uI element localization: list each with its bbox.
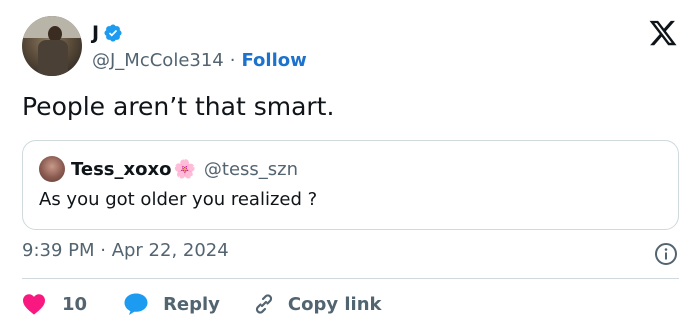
copy-link-label: Copy link xyxy=(287,293,382,315)
like-count: 10 xyxy=(62,293,88,315)
quoted-author-row: Tess_xoxo 🌸 @tess_szn xyxy=(71,156,298,182)
info-icon[interactable] xyxy=(654,242,678,266)
author-name[interactable]: J xyxy=(92,22,99,44)
link-icon xyxy=(255,294,272,314)
like-button[interactable]: 10 xyxy=(22,293,87,315)
divider xyxy=(22,278,679,279)
tweet-timestamp[interactable]: 9:39 PM · Apr 22, 2024 xyxy=(22,240,229,261)
quoted-author-name: Tess_xoxo xyxy=(71,158,172,180)
quoted-author-handle: @tess_szn xyxy=(203,158,299,180)
follow-button[interactable]: Follow xyxy=(241,50,306,71)
quoted-author-avatar xyxy=(39,156,65,182)
reply-label: Reply xyxy=(163,293,220,315)
author-handle[interactable]: @J_McCole314 xyxy=(92,50,224,71)
heart-icon xyxy=(23,294,45,315)
quoted-tweet-card[interactable]: Tess_xoxo 🌸 @tess_szn As you got older y… xyxy=(22,140,679,230)
verified-icon xyxy=(104,24,122,42)
reply-button[interactable]: Reply xyxy=(123,292,220,316)
tweet-text: People aren’t that smart. xyxy=(22,92,335,121)
reply-bubble-icon xyxy=(124,293,148,315)
flower-emoji-icon: 🌸 xyxy=(173,158,196,180)
quoted-tweet-text: As you got older you realized ? xyxy=(39,189,318,210)
separator-dot: · xyxy=(229,49,236,71)
author-avatar[interactable] xyxy=(22,16,82,76)
author-handle-row: @J_McCole314 · Follow xyxy=(92,48,307,72)
copy-link-button[interactable]: Copy link xyxy=(252,292,382,316)
x-logo-icon[interactable] xyxy=(648,18,678,48)
action-bar: 10 Reply Copy link xyxy=(22,290,382,318)
author-name-row: J xyxy=(92,20,123,46)
